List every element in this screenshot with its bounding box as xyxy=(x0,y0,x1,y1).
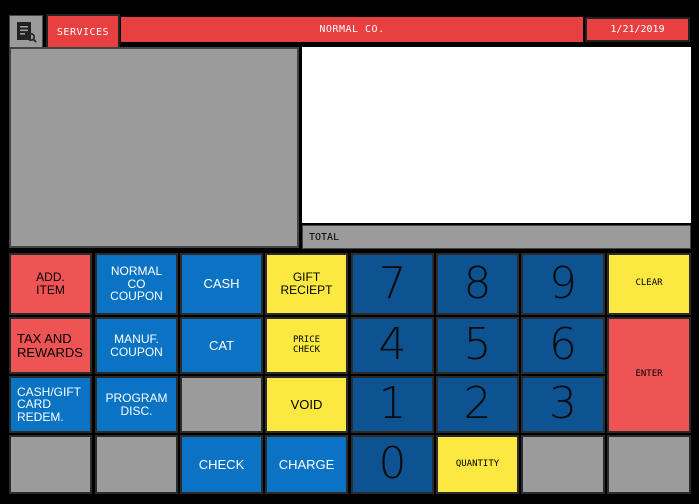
item-image-panel xyxy=(9,47,299,248)
digit-5-key[interactable]: 5 xyxy=(436,317,519,374)
gift-reciept-button[interactable]: GIFT RECIEPT xyxy=(265,253,348,315)
add-item-button[interactable]: ADD. ITEM xyxy=(9,253,92,315)
date-text: 1/21/2019 xyxy=(610,24,665,35)
check-button[interactable]: CHECK xyxy=(180,435,263,494)
tax-and-rewards-button[interactable]: TAX AND REWARDS xyxy=(9,317,92,374)
normal-co-coupon-button[interactable]: NORMAL CO COUPON xyxy=(95,253,178,315)
digit-1-key[interactable]: 1 xyxy=(351,376,434,433)
empty-key-5[interactable] xyxy=(607,435,691,494)
void-button[interactable]: VOID xyxy=(265,376,348,433)
cat-button[interactable]: CAT xyxy=(180,317,263,374)
enter-button[interactable]: ENTER xyxy=(607,317,691,433)
quantity-button[interactable]: QUANTITY xyxy=(436,435,519,494)
program-disc-button[interactable]: PROGRAM DISC. xyxy=(95,376,178,433)
services-button[interactable]: SERVICES xyxy=(46,14,120,50)
receipt-items-panel xyxy=(302,47,691,223)
empty-key-1[interactable] xyxy=(9,435,92,494)
empty-key-3[interactable] xyxy=(180,376,263,433)
charge-button[interactable]: CHARGE xyxy=(265,435,348,494)
empty-key-2[interactable] xyxy=(95,435,178,494)
cash-button[interactable]: CASH xyxy=(180,253,263,315)
company-name: NORMAL CO. xyxy=(319,24,385,35)
manuf-coupon-button[interactable]: MANUF. COUPON xyxy=(95,317,178,374)
receipt-menu-button[interactable] xyxy=(9,15,43,49)
digit-7-key[interactable]: 7 xyxy=(351,253,434,315)
digit-8-key[interactable]: 8 xyxy=(436,253,519,315)
digit-0-key[interactable]: 0 xyxy=(351,435,434,494)
empty-key-4[interactable] xyxy=(521,435,605,494)
company-title-bar: NORMAL CO. xyxy=(121,17,583,42)
digit-6-key[interactable]: 6 xyxy=(521,317,605,374)
clear-button[interactable]: CLEAR xyxy=(607,253,691,315)
price-check-button[interactable]: PRICE CHECK xyxy=(265,317,348,374)
digit-4-key[interactable]: 4 xyxy=(351,317,434,374)
digit-3-key[interactable]: 3 xyxy=(521,376,605,433)
total-label: TOTAL xyxy=(309,231,340,243)
receipt-search-icon xyxy=(17,22,37,43)
total-bar: TOTAL xyxy=(302,225,691,249)
cash-gift-card-redem-button[interactable]: CASH/GIFT CARD REDEM. xyxy=(9,376,92,433)
date-display: 1/21/2019 xyxy=(585,17,690,42)
digit-9-key[interactable]: 9 xyxy=(521,253,605,315)
digit-2-key[interactable]: 2 xyxy=(436,376,519,433)
